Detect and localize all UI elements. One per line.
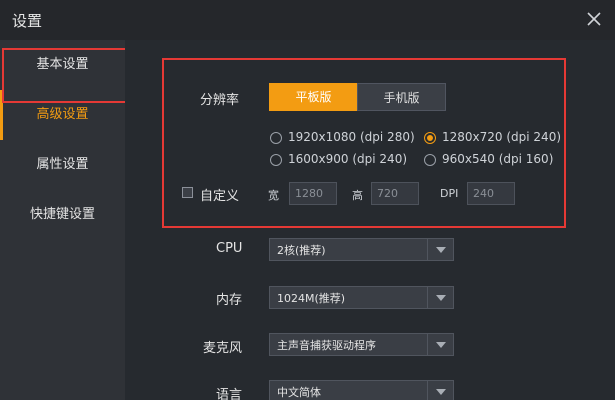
width-label: 宽 bbox=[268, 189, 279, 202]
microphone-value: 主声音捕获驱动程序 bbox=[277, 339, 376, 352]
height-label: 高 bbox=[352, 189, 363, 202]
window-title: 设置 bbox=[12, 12, 43, 30]
option-label: 960x540 (dpi 160) bbox=[442, 152, 554, 166]
sidebar-item-shortcuts[interactable]: 快捷键设置 bbox=[0, 190, 125, 240]
height-input[interactable]: 720 bbox=[371, 182, 419, 205]
highlight-box-sidebar bbox=[2, 48, 130, 103]
language-label: 语言 bbox=[216, 388, 243, 400]
option-label: 1600x900 (dpi 240) bbox=[288, 152, 408, 166]
tab-tablet-mode[interactable]: 平板版 bbox=[269, 83, 358, 111]
custom-resolution-checkbox[interactable] bbox=[182, 187, 193, 198]
radio-1920x1080[interactable] bbox=[270, 132, 282, 144]
language-select[interactable]: 中文简体 bbox=[269, 380, 454, 400]
chevron-down-icon[interactable] bbox=[427, 381, 453, 400]
close-icon[interactable] bbox=[583, 8, 605, 30]
microphone-label: 麦克风 bbox=[203, 341, 243, 356]
radio-1280x720[interactable] bbox=[424, 132, 436, 144]
memory-value: 1024M(推荐) bbox=[277, 292, 346, 305]
cpu-value: 2核(推荐) bbox=[277, 244, 326, 257]
tab-phone-mode[interactable]: 手机版 bbox=[357, 83, 446, 111]
chevron-down-icon[interactable] bbox=[427, 334, 453, 355]
memory-select[interactable]: 1024M(推荐) bbox=[269, 286, 454, 309]
chevron-down-icon[interactable] bbox=[427, 287, 453, 308]
custom-label: 自定义 bbox=[200, 189, 240, 204]
language-value: 中文简体 bbox=[277, 386, 321, 399]
cpu-label: CPU bbox=[216, 241, 243, 256]
title-bar: 设置 bbox=[0, 0, 615, 40]
cpu-select[interactable]: 2核(推荐) bbox=[269, 238, 454, 261]
dpi-input[interactable]: 240 bbox=[467, 182, 515, 205]
radio-960x540[interactable] bbox=[424, 154, 436, 166]
chevron-down-icon[interactable] bbox=[427, 239, 453, 260]
microphone-select[interactable]: 主声音捕获驱动程序 bbox=[269, 333, 454, 356]
resolution-label: 分辨率 bbox=[200, 93, 240, 108]
option-label: 1920x1080 (dpi 280) bbox=[288, 130, 415, 144]
width-input[interactable]: 1280 bbox=[289, 182, 337, 205]
option-label: 1280x720 (dpi 240) bbox=[442, 130, 562, 144]
dpi-label: DPI bbox=[440, 187, 459, 200]
radio-1600x900[interactable] bbox=[270, 154, 282, 166]
sidebar-item-properties[interactable]: 属性设置 bbox=[0, 140, 125, 190]
memory-label: 内存 bbox=[216, 293, 243, 308]
